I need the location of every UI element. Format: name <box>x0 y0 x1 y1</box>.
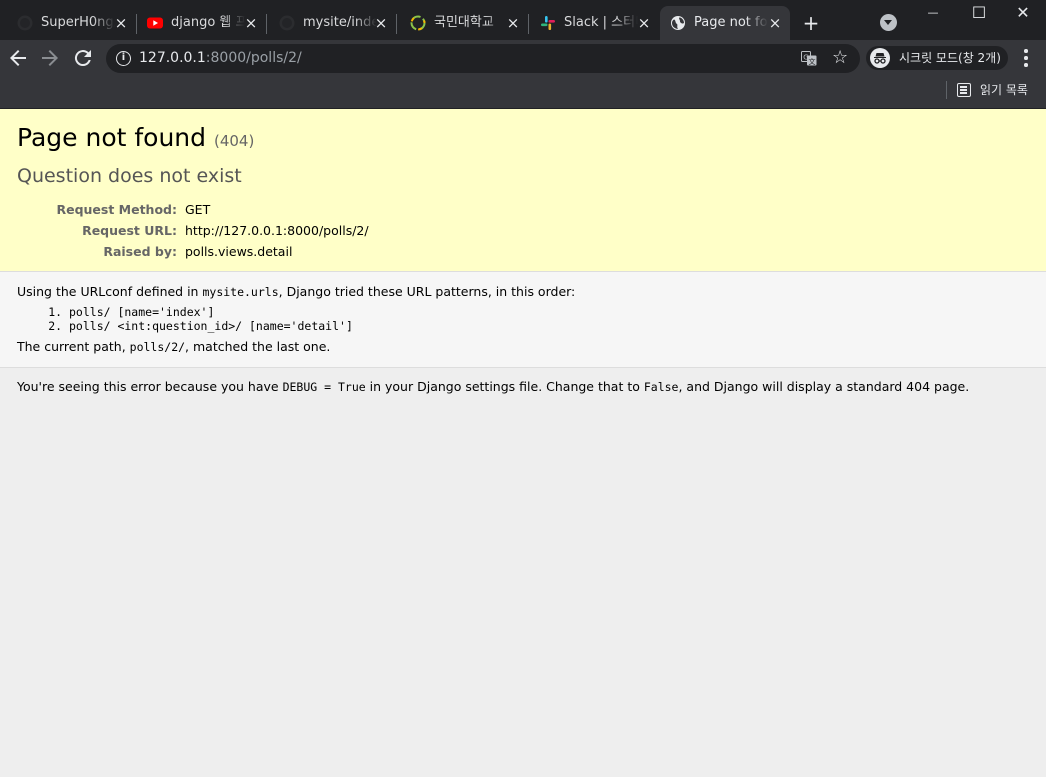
kookmin-icon <box>410 15 426 31</box>
maximize-button[interactable]: ☐ <box>956 0 1002 28</box>
close-icon[interactable]: × <box>243 15 259 31</box>
urlconf-info: Using the URLconf defined in mysite.urls… <box>0 272 1046 368</box>
bookmarks-divider <box>946 81 947 99</box>
bookmarks-bar: 읽기 목록 <box>0 76 1046 109</box>
browser-toolbar: i 127.0.0.1:8000/polls/2/ G文 ☆ 시크릿 모드(창 … <box>0 40 1046 76</box>
tab-search-icon[interactable] <box>880 14 897 31</box>
more-menu-icon[interactable] <box>1018 48 1034 68</box>
back-arrow-icon[interactable] <box>6 46 30 70</box>
page-title: Page not found (404) <box>17 123 255 152</box>
tab-superh0ng[interactable]: SuperH0ng/ × <box>8 6 137 40</box>
minimize-button[interactable]: — <box>910 0 956 28</box>
tab-strip: SuperH0ng/ × django 웹 프 × mysite/index ×… <box>0 0 1046 40</box>
tab-mysite-index[interactable]: mysite/index × <box>268 6 397 40</box>
page-content: Page not found (404) Question does not e… <box>0 109 1046 777</box>
false-value: False <box>643 380 679 394</box>
current-path: polls/2/ <box>129 340 186 354</box>
tab-title: SuperH0ng/ <box>41 15 115 30</box>
new-tab-button[interactable]: + <box>800 12 822 34</box>
close-icon[interactable]: × <box>767 15 783 31</box>
tab-title: mysite/index <box>303 15 377 30</box>
table-row: Raised by: polls.views.detail <box>17 241 369 262</box>
reading-list-icon <box>957 83 971 97</box>
meta-label: Request Method: <box>56 202 177 217</box>
incognito-indicator[interactable]: 시크릿 모드(창 2개) <box>866 46 1008 70</box>
close-icon[interactable]: × <box>505 15 521 31</box>
tab-divider <box>266 14 267 34</box>
meta-label: Raised by: <box>103 244 177 259</box>
incognito-icon <box>870 48 890 68</box>
close-icon[interactable]: × <box>113 15 129 31</box>
error-summary: Page not found (404) Question does not e… <box>0 109 1046 272</box>
incognito-label: 시크릿 모드(창 2개) <box>899 51 1001 65</box>
tab-django-web[interactable]: django 웹 프 × <box>138 6 267 40</box>
tab-divider <box>136 14 137 34</box>
error-message: Question does not exist <box>17 165 242 187</box>
reload-icon[interactable] <box>71 46 95 70</box>
close-icon[interactable]: × <box>636 15 652 31</box>
forward-arrow-icon[interactable] <box>38 46 62 70</box>
github-icon <box>17 15 33 31</box>
meta-value: http://127.0.0.1:8000/polls/2/ <box>185 223 369 238</box>
tab-title: 국민대학교 <box>434 15 494 30</box>
reading-list-label: 읽기 목록 <box>980 83 1028 97</box>
close-window-button[interactable]: ✕ <box>1000 0 1046 28</box>
tab-slack[interactable]: Slack | 스터디 × <box>531 6 659 40</box>
bookmark-star-icon[interactable]: ☆ <box>832 47 848 69</box>
tab-title: django 웹 프 <box>171 15 245 30</box>
urlconf-module: mysite.urls <box>202 285 279 299</box>
debug-explanation: You're seeing this error because you hav… <box>0 368 1046 406</box>
meta-value: polls.views.detail <box>185 244 293 259</box>
url-pattern-list: polls/ [name='index'] polls/ <int:questi… <box>69 305 1029 333</box>
tab-title: Page not fo <box>694 15 768 30</box>
urlconf-intro: Using the URLconf defined in mysite.urls… <box>17 284 576 299</box>
tab-kookmin[interactable]: 국민대학교 × <box>400 6 529 40</box>
request-meta-table: Request Method: GET Request URL: http://… <box>17 199 369 262</box>
table-row: Request Method: GET <box>17 199 369 220</box>
status-code: (404) <box>213 132 255 150</box>
tab-page-not-found[interactable]: Page not fo × <box>660 6 790 40</box>
translate-icon[interactable]: G文 <box>801 51 817 66</box>
tab-title: Slack | 스터디 <box>564 15 638 30</box>
reading-list-button[interactable]: 읽기 목록 <box>957 81 1028 99</box>
youtube-icon <box>147 17 163 29</box>
slack-icon <box>541 16 555 30</box>
globe-icon <box>671 16 685 30</box>
close-icon[interactable]: × <box>373 15 389 31</box>
url-text[interactable]: 127.0.0.1:8000/polls/2/ <box>139 50 302 67</box>
meta-value: GET <box>185 202 211 217</box>
list-item: polls/ [name='index'] <box>69 305 1029 319</box>
site-info-icon[interactable]: i <box>116 51 131 66</box>
address-bar[interactable]: i 127.0.0.1:8000/polls/2/ G文 ☆ <box>106 44 860 73</box>
meta-label: Request URL: <box>82 223 177 238</box>
table-row: Request URL: http://127.0.0.1:8000/polls… <box>17 220 369 241</box>
list-item: polls/ <int:question_id>/ [name='detail'… <box>69 319 1029 333</box>
tab-divider <box>396 14 397 34</box>
svg-text:文: 文 <box>809 57 816 66</box>
current-path-text: The current path, polls/2/, matched the … <box>17 339 331 354</box>
tab-divider <box>528 14 529 34</box>
debug-setting: DEBUG = True <box>282 380 366 394</box>
github-icon <box>279 15 295 31</box>
